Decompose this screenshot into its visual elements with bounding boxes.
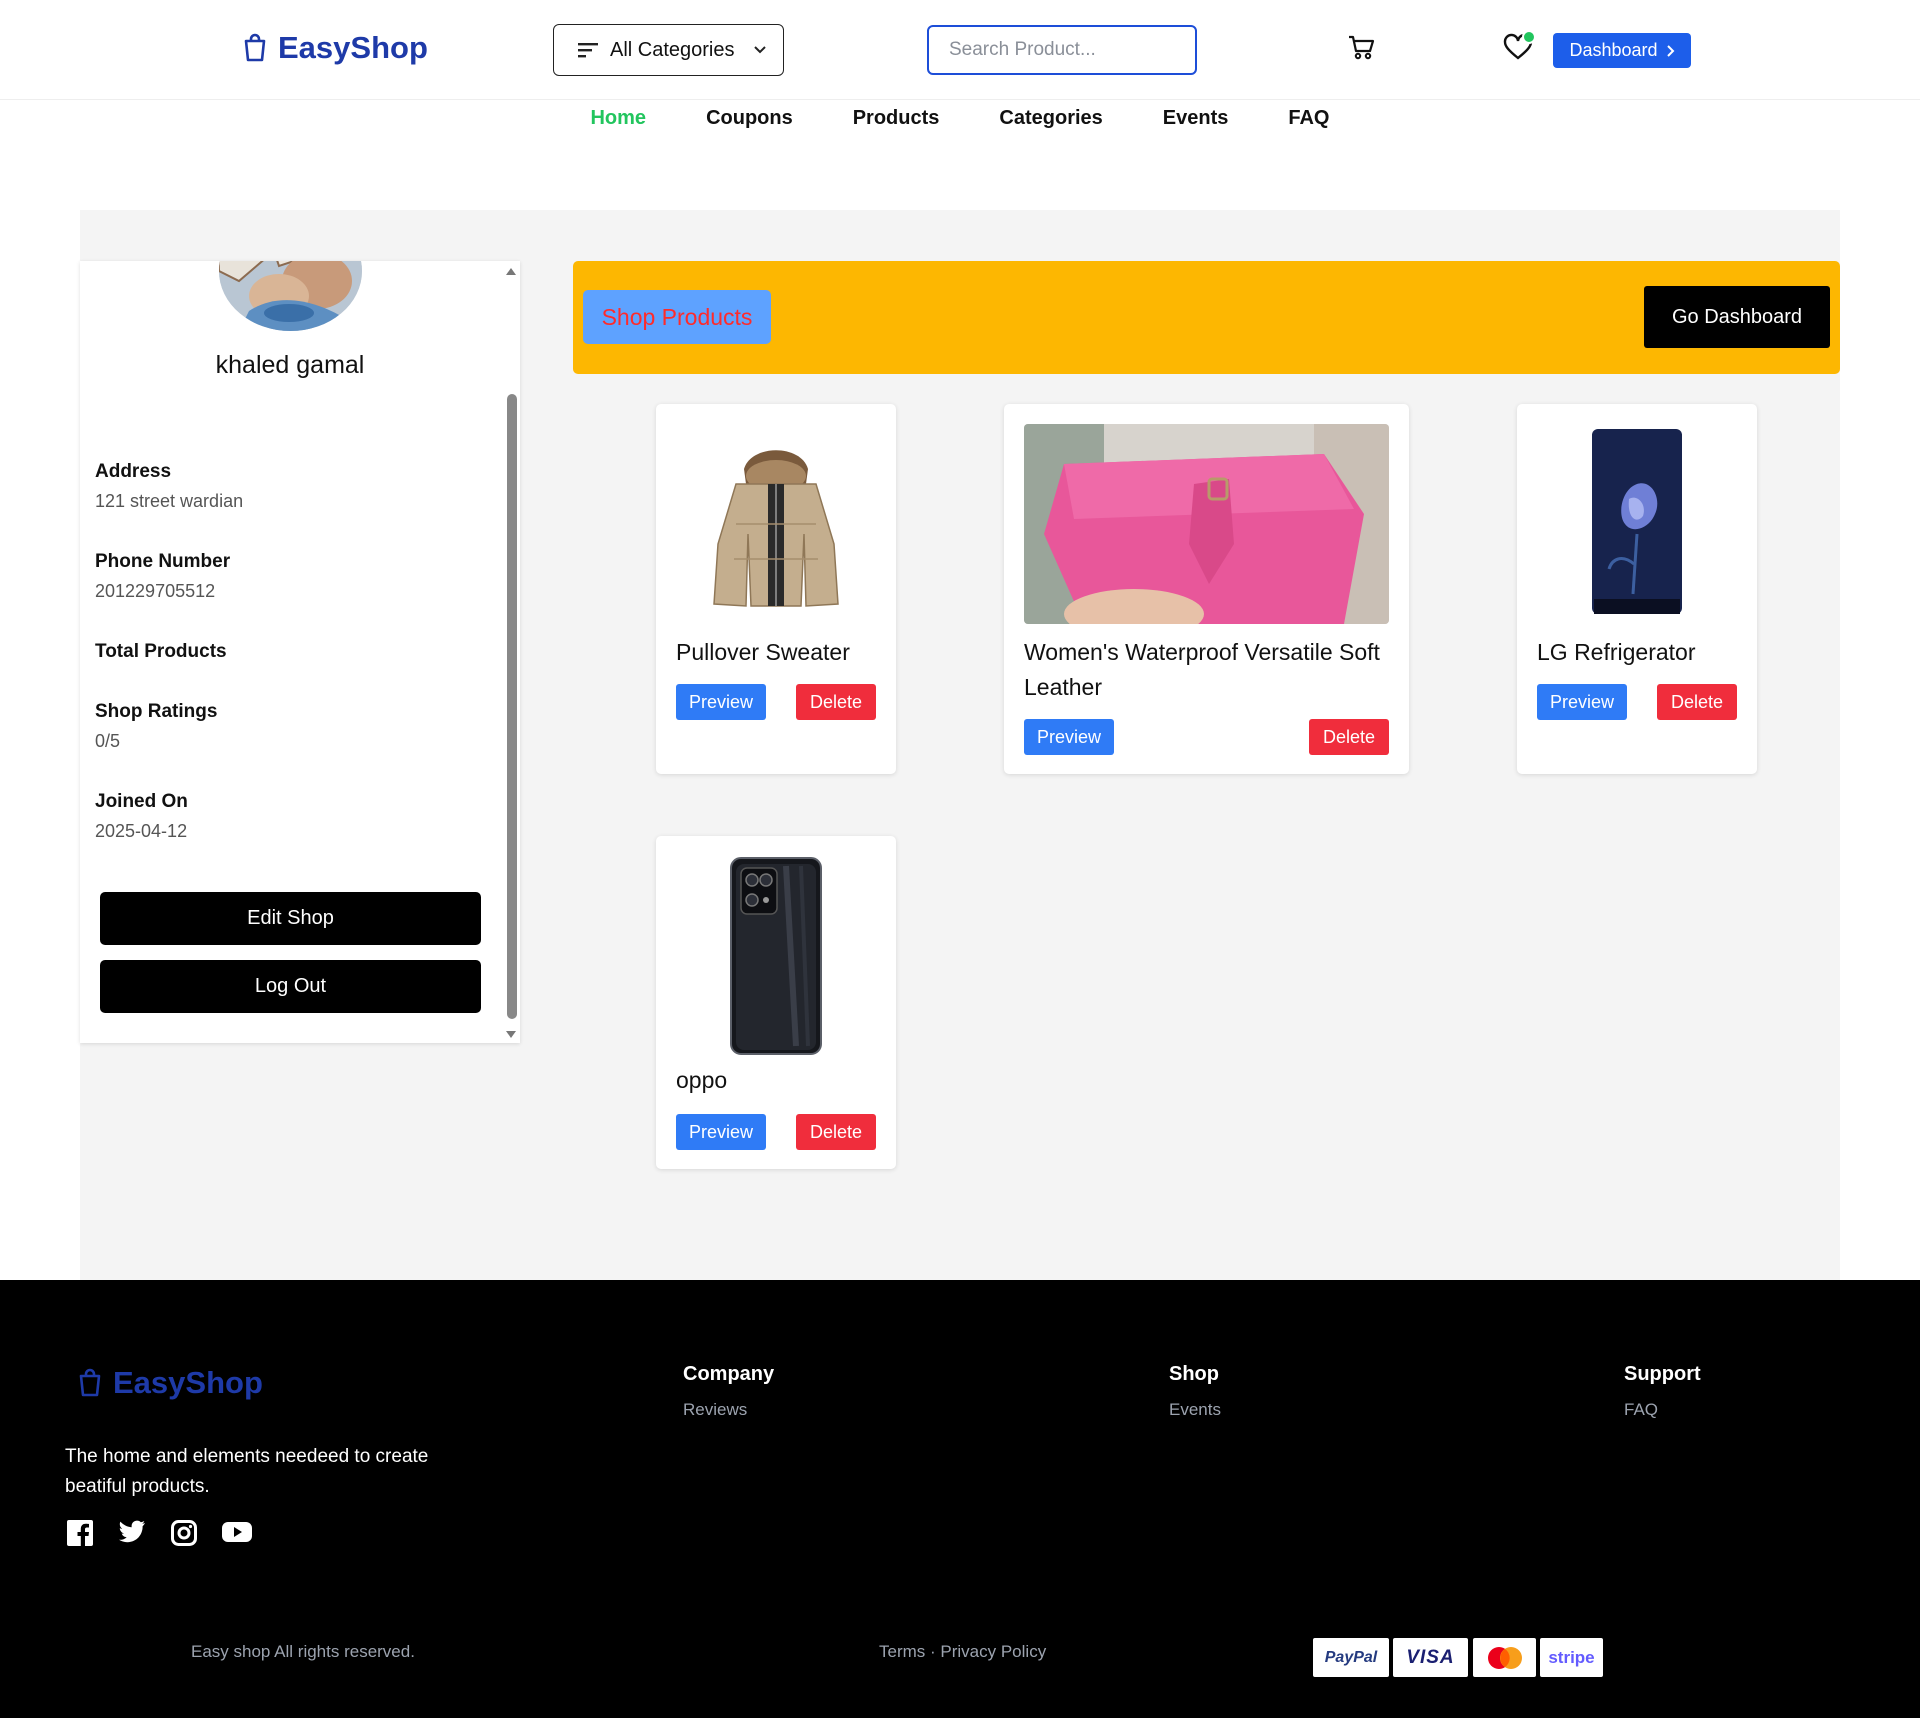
chevron-right-icon [1666, 44, 1674, 57]
product-image-pink-wallet[interactable] [1024, 424, 1389, 624]
product-card: Pullover Sweater Preview Delete [656, 404, 896, 774]
footer-support-column: Support FAQ [1624, 1363, 1701, 1420]
nav-faq[interactable]: FAQ [1288, 104, 1329, 132]
chevron-down-icon [753, 46, 766, 54]
delete-button[interactable]: Delete [796, 684, 876, 720]
ratings-label: Shop Ratings [95, 701, 218, 722]
edit-shop-button[interactable]: Edit Shop [100, 892, 481, 945]
twitter-icon[interactable] [118, 1520, 146, 1551]
shop-avatar [219, 261, 362, 331]
dashboard-button[interactable]: Dashboard [1553, 33, 1691, 68]
reviews-link[interactable]: Reviews [683, 1400, 774, 1420]
shop-heading: Shop [1169, 1363, 1219, 1385]
product-title: Pullover Sweater [676, 639, 850, 665]
preview-button[interactable]: Preview [1537, 684, 1627, 720]
mastercard-logo [1473, 1638, 1536, 1677]
delete-button[interactable]: Delete [796, 1114, 876, 1150]
brand-logo[interactable]: EasyShop [242, 30, 428, 66]
preview-button[interactable]: Preview [1024, 719, 1114, 755]
footer-company-column: Company Reviews [683, 1363, 774, 1420]
address-block: Address 121 street wardian [95, 461, 243, 512]
categories-label: All Categories [610, 38, 735, 61]
total-products-label: Total Products [95, 641, 227, 662]
shopping-bag-icon [244, 33, 266, 62]
sidebar-scrollbar[interactable] [504, 261, 520, 1043]
product-image-phone[interactable] [676, 856, 876, 1056]
main-nav: Home Coupons Products Categories Events … [0, 104, 1920, 132]
delete-button[interactable]: Delete [1657, 684, 1737, 720]
faq-link[interactable]: FAQ [1624, 1400, 1701, 1420]
footer-brand-name: EasyShop [113, 1365, 263, 1400]
paypal-logo: PayPal [1313, 1638, 1389, 1677]
product-card: LG Refrigerator Preview Delete [1517, 404, 1757, 774]
phone-value: 201229705512 [95, 581, 216, 601]
shop-info-sidebar: khaled gamal Address 121 street wardian … [80, 261, 520, 1043]
scroll-up-arrow-icon[interactable] [506, 268, 516, 275]
wishlist-heart-icon[interactable] [1503, 30, 1536, 66]
visa-logo: VISA [1393, 1638, 1468, 1677]
all-categories-dropdown[interactable]: All Categories [553, 24, 784, 76]
site-footer: EasyShop The home and elements needeed t… [0, 1280, 1920, 1718]
company-heading: Company [683, 1363, 775, 1385]
nav-events[interactable]: Events [1163, 104, 1229, 132]
product-title: oppo [676, 1067, 728, 1093]
scrollbar-thumb[interactable] [507, 394, 517, 1019]
go-dashboard-button[interactable]: Go Dashboard [1644, 286, 1830, 348]
address-label: Address [95, 461, 172, 482]
log-out-button[interactable]: Log Out [100, 960, 481, 1013]
shop-products-banner: Shop Products Go Dashboard [573, 261, 1840, 374]
facebook-icon[interactable] [67, 1520, 93, 1551]
joined-value: 2025-04-12 [95, 821, 188, 841]
brand-name: EasyShop [278, 30, 428, 65]
cart-icon[interactable] [1347, 33, 1375, 66]
ratings-value: 0/5 [95, 731, 121, 751]
dashboard-label: Dashboard [1569, 40, 1658, 60]
shopping-bag-icon [79, 1368, 101, 1397]
preview-button[interactable]: Preview [676, 1114, 766, 1150]
shop-owner-name: khaled gamal [215, 351, 365, 379]
copyright-text: Easy shop All rights reserved. [191, 1642, 415, 1661]
scroll-down-arrow-icon[interactable] [506, 1031, 516, 1038]
site-header: EasyShop All Categories Dashboard [0, 0, 1920, 100]
privacy-policy-link[interactable]: Privacy Policy [940, 1642, 1046, 1661]
nav-categories[interactable]: Categories [999, 104, 1102, 132]
support-heading: Support [1624, 1363, 1701, 1385]
preview-button[interactable]: Preview [676, 684, 766, 720]
delete-button[interactable]: Delete [1309, 719, 1389, 755]
youtube-icon[interactable] [222, 1520, 252, 1551]
legal-separator: · [925, 1642, 941, 1661]
product-image-refrigerator[interactable] [1537, 424, 1737, 624]
social-links [67, 1520, 252, 1551]
stripe-logo: stripe [1540, 1638, 1603, 1677]
nav-products[interactable]: Products [853, 104, 940, 132]
joined-label: Joined On [95, 791, 188, 812]
address-value: 121 street wardian [95, 491, 244, 511]
total-products-block: Total Products [95, 641, 227, 663]
ratings-block: Shop Ratings 0/5 [95, 701, 217, 752]
legal-links: Terms · Privacy Policy [879, 1642, 1046, 1662]
footer-brand-logo[interactable]: EasyShop [77, 1365, 263, 1401]
product-image-jacket[interactable] [676, 424, 876, 624]
product-title: Women's Waterproof Versatile Soft Leathe… [1024, 639, 1380, 700]
instagram-icon[interactable] [171, 1520, 197, 1551]
footer-tagline: The home and elements needeed to create … [65, 1446, 429, 1497]
nav-coupons[interactable]: Coupons [706, 104, 793, 132]
terms-link[interactable]: Terms [879, 1642, 925, 1661]
product-title: LG Refrigerator [1537, 639, 1696, 665]
search-input[interactable] [927, 25, 1197, 75]
footer-shop-column: Shop Events [1169, 1363, 1221, 1420]
phone-block: Phone Number 201229705512 [95, 551, 230, 602]
joined-block: Joined On 2025-04-12 [95, 791, 188, 842]
filter-lines-icon [578, 43, 598, 58]
shop-products-button[interactable]: Shop Products [583, 290, 771, 344]
wishlist-badge [1522, 30, 1536, 44]
nav-home[interactable]: Home [590, 104, 646, 132]
events-link[interactable]: Events [1169, 1400, 1221, 1420]
product-card: oppo Preview Delete [656, 836, 896, 1169]
product-card: Women's Waterproof Versatile Soft Leathe… [1004, 404, 1409, 774]
phone-label: Phone Number [95, 551, 231, 572]
